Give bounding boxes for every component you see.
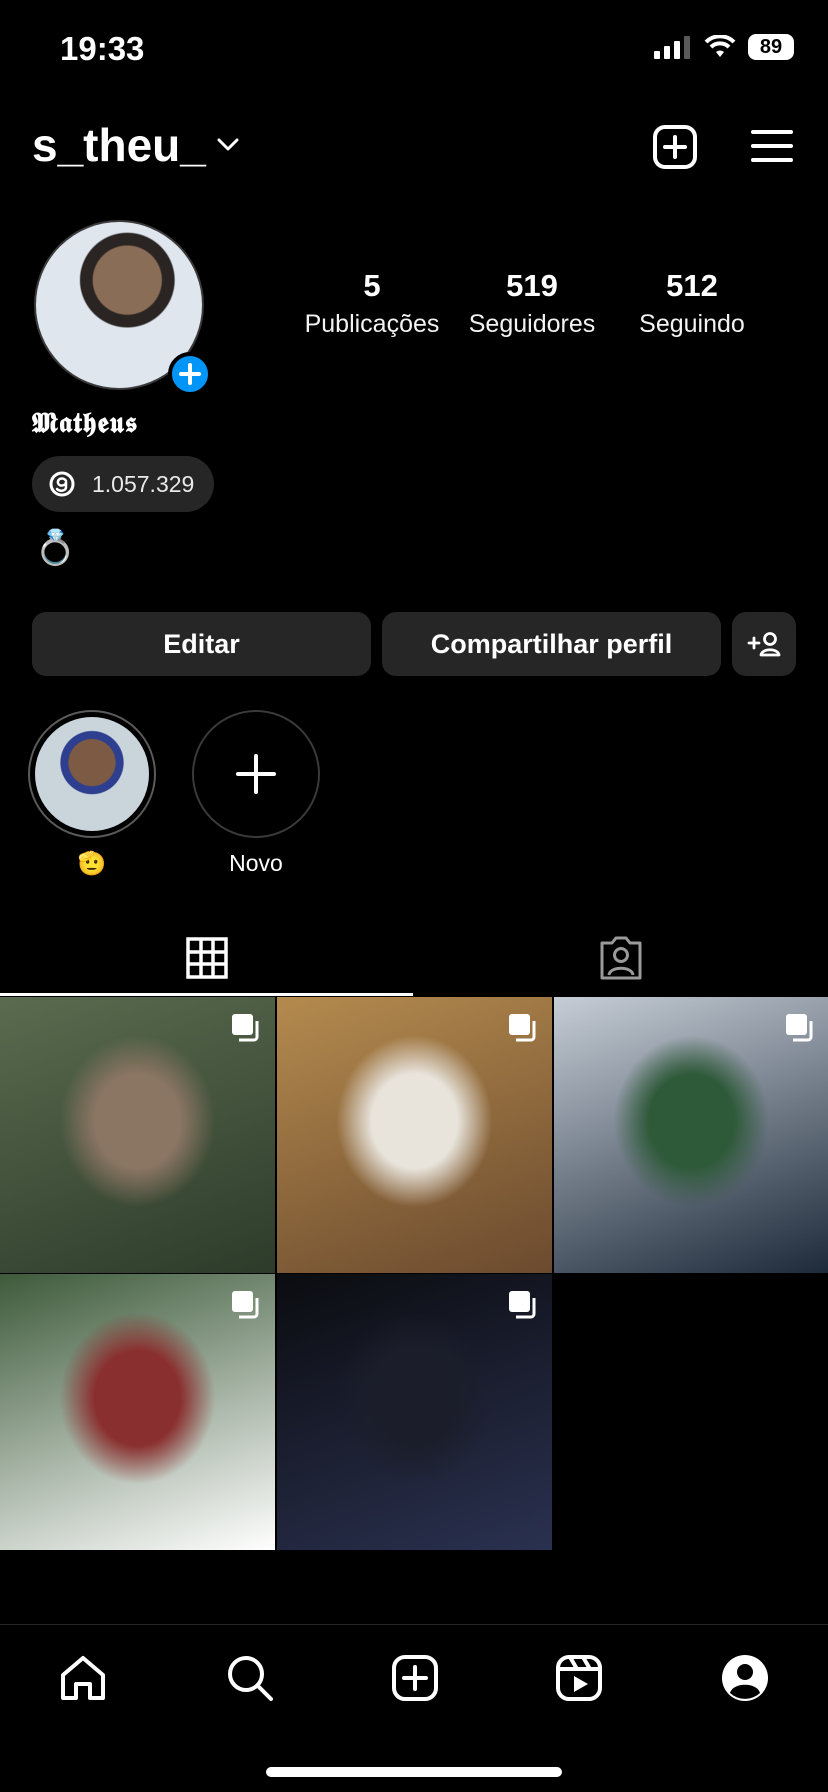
active-tab-indicator <box>0 993 413 996</box>
stat-label: Publicações <box>304 310 440 338</box>
edit-profile-button[interactable]: Editar <box>32 612 371 676</box>
carousel-icon <box>509 1014 536 1042</box>
stat-following[interactable]: 512 Seguindo <box>617 268 767 339</box>
reels-icon <box>556 1655 603 1701</box>
threads-badge[interactable]: 1.057.329 <box>32 456 215 512</box>
carousel-icon <box>786 1014 813 1042</box>
post-thumbnail[interactable] <box>277 997 552 1273</box>
stat-label: Seguidores <box>468 310 596 338</box>
plus-icon <box>236 754 276 794</box>
signal-icon <box>654 36 690 59</box>
stat-value: 519 <box>506 268 558 303</box>
wifi-icon <box>704 35 736 57</box>
create-icon <box>391 1655 438 1701</box>
share-profile-button[interactable]: Compartilhar perfil <box>382 612 721 676</box>
stat-posts[interactable]: 5 Publicações <box>297 268 447 339</box>
home-indicator <box>266 1767 562 1777</box>
highlight-item[interactable]: 🫡 <box>28 710 156 877</box>
highlight-cover <box>28 710 156 838</box>
plus-square-icon <box>653 125 697 169</box>
carousel-icon <box>232 1291 259 1319</box>
nav-profile[interactable] <box>720 1653 770 1703</box>
new-highlight-button[interactable]: Novo <box>192 710 320 877</box>
status-icons: 89 <box>654 34 794 60</box>
battery-icon: 89 <box>748 34 794 60</box>
create-post-button[interactable] <box>652 124 698 170</box>
bio-emoji: 💍 <box>34 529 77 567</box>
menu-button[interactable] <box>750 128 794 164</box>
highlight-label: 🫡 <box>77 850 107 876</box>
search-icon <box>227 1656 273 1701</box>
stat-label: Seguindo <box>639 310 745 338</box>
threads-icon <box>49 471 75 497</box>
nav-reels[interactable] <box>555 1654 603 1702</box>
posts-grid <box>0 997 828 1550</box>
bottom-nav <box>0 1624 828 1731</box>
username-switcher[interactable]: s_theu_ <box>32 118 240 172</box>
tab-posts-grid[interactable] <box>0 920 413 996</box>
tab-tagged[interactable] <box>414 920 828 996</box>
post-thumbnail[interactable] <box>277 1274 552 1550</box>
chevron-down-icon <box>217 138 239 151</box>
post-thumbnail[interactable] <box>0 1274 275 1550</box>
profile-name: 𝕸𝖆𝖙𝖍𝖊𝖚𝖘 <box>32 406 139 439</box>
add-person-icon <box>747 632 781 657</box>
threads-count: 1.057.329 <box>92 470 195 497</box>
profile-avatar[interactable] <box>34 220 212 396</box>
grid-icon <box>185 937 228 979</box>
profile-tabs <box>0 920 828 996</box>
discover-people-button[interactable] <box>732 612 796 676</box>
nav-home[interactable] <box>58 1653 108 1703</box>
nav-create[interactable] <box>391 1654 439 1702</box>
stat-value: 512 <box>666 268 718 303</box>
highlight-label: Novo <box>229 850 283 876</box>
nav-search[interactable] <box>225 1653 275 1703</box>
post-thumbnail[interactable] <box>0 997 275 1273</box>
add-story-icon[interactable] <box>168 352 212 396</box>
username: s_theu_ <box>32 119 206 171</box>
hamburger-menu-icon <box>751 130 793 162</box>
post-thumbnail[interactable] <box>554 997 828 1273</box>
tagged-person-icon <box>600 936 642 980</box>
stat-followers[interactable]: 519 Seguidores <box>457 268 607 339</box>
status-time: 19:33 <box>60 30 145 67</box>
home-icon <box>61 1656 106 1700</box>
stat-value: 5 <box>363 268 381 303</box>
carousel-icon <box>509 1291 536 1319</box>
new-highlight-circle <box>192 710 320 838</box>
carousel-icon <box>232 1014 259 1042</box>
profile-avatar-icon <box>721 1655 768 1701</box>
